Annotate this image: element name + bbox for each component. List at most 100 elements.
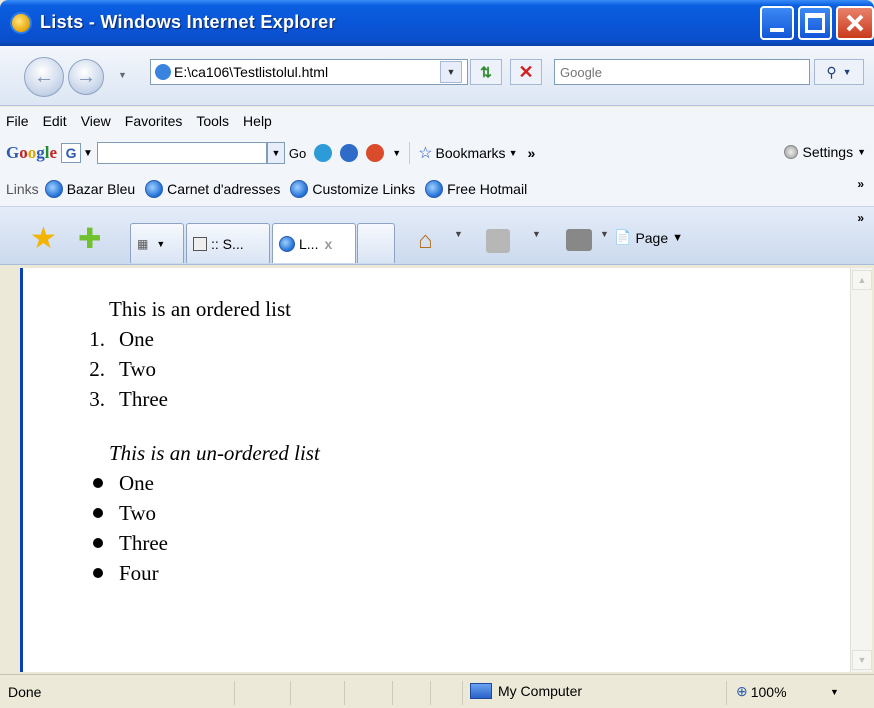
bookmarks-button[interactable]: ☆ Bookmarks ▼ bbox=[418, 143, 517, 163]
google-search-input[interactable] bbox=[96, 142, 267, 164]
google-toolbar: Google G ▼ ▼ Go ▼ ☆ Bookmarks ▼ » Settin… bbox=[0, 135, 874, 171]
more-chevron-icon[interactable]: » bbox=[527, 145, 535, 161]
list-item: One bbox=[93, 468, 320, 498]
address-dropdown-button[interactable]: ▼ bbox=[440, 61, 462, 83]
zoom-label: 100% bbox=[750, 683, 787, 700]
close-button[interactable] bbox=[836, 6, 874, 40]
links-label: Links bbox=[6, 180, 39, 197]
menu-edit[interactable]: Edit bbox=[43, 113, 67, 129]
zone-label: My Computer bbox=[498, 683, 583, 699]
link-carnet-adresses[interactable]: Carnet d'adresses bbox=[145, 179, 281, 198]
list-item: 1. One bbox=[89, 327, 154, 351]
puzzle-icon[interactable] bbox=[366, 144, 385, 162]
page-menu-button[interactable]: 📄 Page ▼ bbox=[614, 229, 683, 246]
document-body: This is an ordered list 1. One 2. Two 3. Th… bbox=[37, 294, 320, 588]
security-zone[interactable]: My Computer bbox=[470, 683, 582, 699]
chevron-down-icon[interactable]: ▼ bbox=[392, 148, 401, 158]
feeds-icon[interactable] bbox=[486, 229, 510, 253]
zoom-level-button[interactable]: ⊕ 100% bbox=[736, 683, 787, 700]
google-logo[interactable]: Google bbox=[6, 143, 57, 163]
stop-button[interactable]: ✕ bbox=[510, 59, 542, 85]
new-tab-button[interactable] bbox=[357, 223, 395, 263]
title-bar[interactable]: Lists - Windows Internet Explorer bbox=[0, 0, 874, 46]
google-search-dropdown[interactable]: ▼ bbox=[266, 142, 285, 164]
bullet-icon bbox=[93, 538, 103, 548]
maximize-button[interactable] bbox=[798, 6, 832, 40]
settings-button[interactable]: Settings ▼ bbox=[784, 144, 866, 160]
tab-list-chevron-icon[interactable]: ▼ bbox=[156, 239, 165, 249]
google-menu-chevron-icon[interactable]: ▼ bbox=[83, 148, 93, 159]
page-icon: 📄 bbox=[614, 229, 632, 245]
settings-label: Settings bbox=[802, 144, 854, 160]
menu-help[interactable]: Help bbox=[243, 113, 272, 129]
link-label: Carnet d'adresses bbox=[167, 180, 281, 197]
tab-lists[interactable]: L... x bbox=[272, 223, 356, 263]
bookmarks-label: Bookmarks bbox=[435, 145, 506, 161]
stop-icon: ✕ bbox=[518, 61, 534, 82]
refresh-icon: ⇅ bbox=[480, 63, 492, 80]
home-icon[interactable]: ⌂ bbox=[418, 229, 444, 253]
quick-tabs-button[interactable]: ▦ ▼ bbox=[130, 223, 184, 263]
list-item: Four bbox=[93, 558, 320, 588]
globe-icon[interactable] bbox=[340, 144, 359, 162]
status-text: Done bbox=[8, 684, 42, 700]
bullet-icon bbox=[93, 568, 103, 578]
chevron-down-icon: ▼ bbox=[672, 231, 684, 244]
navigation-bar: ← → ▼ E:\ca106\Testlistolul.html ▼ ⇅ ✕ ⚲… bbox=[0, 46, 874, 106]
address-field[interactable]: E:\ca106\Testlistolul.html bbox=[150, 59, 468, 85]
status-divider bbox=[234, 681, 235, 705]
page-label: Page bbox=[635, 229, 669, 246]
link-bazar-bleu[interactable]: Bazar Bleu bbox=[44, 179, 135, 198]
google-g-button[interactable]: G bbox=[61, 143, 82, 163]
home-dropdown-chevron-icon[interactable]: ▼ bbox=[450, 229, 463, 239]
search-field[interactable] bbox=[554, 59, 810, 85]
back-button[interactable]: ← bbox=[24, 57, 64, 97]
print-icon[interactable] bbox=[566, 229, 592, 251]
search-input[interactable] bbox=[560, 64, 800, 80]
recent-pages-dropdown[interactable]: ▼ bbox=[118, 70, 127, 80]
add-favorites-icon[interactable]: ✚ bbox=[78, 225, 106, 253]
tab-s[interactable]: :: S... bbox=[186, 223, 270, 263]
tab-label: L... bbox=[299, 235, 319, 252]
minimize-button[interactable] bbox=[760, 6, 794, 40]
link-customize-links[interactable]: Customize Links bbox=[290, 179, 415, 198]
menu-favorites[interactable]: Favorites bbox=[125, 113, 183, 129]
link-free-hotmail[interactable]: Free Hotmail bbox=[425, 179, 528, 198]
vertical-scrollbar[interactable]: ▲ ▼ bbox=[850, 268, 872, 672]
search-options-chevron-icon: ▼ bbox=[842, 67, 852, 77]
pagerank-icon[interactable] bbox=[314, 144, 333, 162]
status-divider bbox=[726, 681, 727, 705]
page-icon bbox=[155, 64, 171, 80]
link-label: Free Hotmail bbox=[447, 180, 528, 197]
search-button[interactable]: ⚲ ▼ bbox=[814, 59, 864, 85]
google-toolbar-icons: ▼ bbox=[314, 144, 401, 162]
ie-logo-icon bbox=[10, 12, 32, 34]
list-item: 2. Two bbox=[89, 357, 157, 381]
favorites-center-icon[interactable]: ★ bbox=[30, 224, 58, 254]
ie-page-icon bbox=[425, 179, 444, 198]
close-tab-icon[interactable]: x bbox=[324, 236, 332, 252]
zoom-dropdown-chevron-icon[interactable]: ▼ bbox=[830, 687, 839, 697]
more-commands-chevron-icon[interactable]: » bbox=[857, 211, 864, 225]
feeds-dropdown-chevron-icon[interactable]: ▼ bbox=[528, 229, 541, 239]
tab-label: :: S... bbox=[211, 235, 244, 252]
ie-page-icon bbox=[44, 179, 63, 198]
forward-button[interactable]: → bbox=[68, 59, 104, 95]
print-dropdown-chevron-icon[interactable]: ▼ bbox=[596, 229, 609, 239]
refresh-button[interactable]: ⇅ bbox=[470, 59, 502, 85]
zoom-icon: ⊕ bbox=[736, 683, 748, 699]
menu-file[interactable]: File bbox=[6, 113, 29, 129]
google-go-button[interactable]: Go bbox=[289, 146, 306, 161]
scroll-down-icon[interactable]: ▼ bbox=[852, 650, 872, 670]
list-item: Two bbox=[93, 498, 320, 528]
chevron-down-icon: ▼ bbox=[508, 148, 518, 158]
status-divider bbox=[430, 681, 431, 705]
menu-tools[interactable]: Tools bbox=[196, 113, 229, 129]
status-divider bbox=[290, 681, 291, 705]
scroll-up-icon[interactable]: ▲ bbox=[852, 270, 872, 290]
menu-view[interactable]: View bbox=[81, 113, 111, 129]
close-icon bbox=[846, 14, 864, 32]
settings-icon bbox=[784, 145, 799, 159]
more-links-chevron-icon[interactable]: » bbox=[857, 177, 864, 191]
forward-arrow-icon: → bbox=[76, 65, 96, 88]
